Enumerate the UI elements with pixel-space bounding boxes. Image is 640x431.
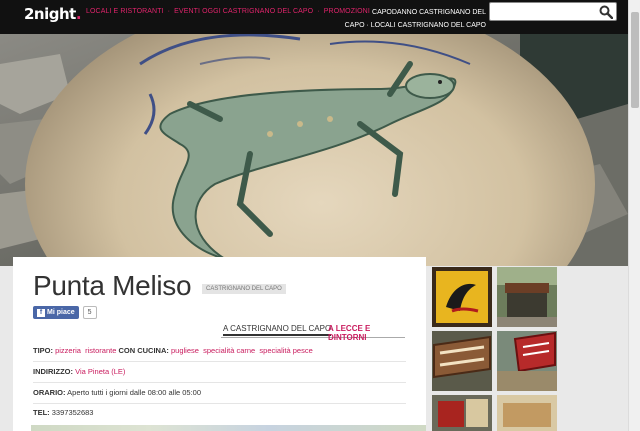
sign-thumb-image [432,267,492,327]
nav-separator: · [167,8,171,15]
box-thumb-image [497,395,557,431]
main-nav: LOCALI E RISTORANTI · EVENTI OGGI CASTRI… [86,8,370,15]
page-scrollbar[interactable] [628,0,640,431]
like-label: Mi piace [47,309,75,316]
wine-sign-thumb-image [497,331,557,391]
indirizzo-row: INDIRIZZO: Via Pineta (LE) [33,362,406,383]
search-input[interactable] [494,4,598,22]
tipo-ristorante-link[interactable]: ristorante [85,346,116,355]
cucina-pesce-link[interactable]: specialità pesce [259,346,312,355]
orario-value: Aperto tutti i giorni dalle 08:00 alle 0… [67,388,202,397]
wooden-sign-thumb-image [432,331,492,391]
site-logo[interactable]: 2night. [24,5,82,23]
gallery-thumb[interactable] [432,267,492,327]
gallery-thumb[interactable] [432,331,492,391]
hot-link-capodanno[interactable]: CAPODANNO CASTRIGNANO DEL [340,6,486,19]
hot-link-locali[interactable]: CAPO · LOCALI CASTRIGNANO DEL CAPO [340,19,486,32]
nav-link-locali[interactable]: LOCALI E RISTORANTI [86,8,164,15]
top-navbar: 2night. LOCALI E RISTORANTI · EVENTI OGG… [0,0,628,34]
like-count: 5 [82,306,97,319]
entrance-thumb-image [497,267,557,327]
map-preview[interactable] [31,425,426,431]
cucina-carne-link[interactable]: specialità carne [203,346,255,355]
tipo-row: TIPO: pizzeria ristorante CON CUCINA: pu… [33,341,406,362]
nav-separator: · [317,8,320,15]
venue-card: Punta Meliso CASTRIGNANO DEL CAPO f Mi p… [13,257,426,431]
gecko-jar-photo [0,34,628,266]
gallery-thumb[interactable] [497,331,557,391]
gallery-thumb[interactable] [497,267,557,327]
gallery-thumb[interactable] [497,395,557,431]
area-tabs: A CASTRIGNANO DEL CAPO A LECCE E DINTORN… [221,323,405,342]
menu-sign-thumb-image [432,395,492,431]
tipo-label: TIPO: [33,346,53,355]
indirizzo-label: INDIRIZZO: [33,367,73,376]
cucina-label: CON CUCINA: [118,346,169,355]
cucina-pugliese-link[interactable]: pugliese [171,346,199,355]
magnifier-icon[interactable] [599,5,613,19]
facebook-icon: f [37,308,45,317]
like-button[interactable]: f Mi piace [33,306,79,319]
tel-row: TEL: 3397352683 [33,403,406,424]
venue-name: Punta Meliso [33,270,192,301]
city-tag[interactable]: CASTRIGNANO DEL CAPO [202,284,286,294]
nav-link-eventi[interactable]: EVENTI OGGI CASTRIGNANO DEL CAPO [174,8,313,15]
gallery-thumb[interactable] [432,395,492,431]
scrollbar-thumb[interactable] [631,12,639,108]
tel-value: 3397352683 [51,408,94,417]
hot-links: CAPODANNO CASTRIGNANO DEL CAPO · LOCALI … [340,6,486,32]
tel-label: TEL: [33,408,50,417]
facebook-like: f Mi piace 5 [33,306,97,319]
tipo-pizzeria-link[interactable]: pizzeria [55,346,81,355]
hero-image [0,34,628,266]
orario-label: ORARIO: [33,388,66,397]
address-link[interactable]: Via Pineta (LE) [75,367,125,376]
logo-dot: . [75,5,82,23]
tab-lecce[interactable]: A LECCE E DINTORNI [328,324,405,342]
orario-row: ORARIO: Aperto tutti i giorni dalle 08:0… [33,383,406,404]
tab-castrignano[interactable]: A CASTRIGNANO DEL CAPO [223,324,332,336]
search-box [489,2,617,22]
logo-text: 2night [24,5,76,23]
